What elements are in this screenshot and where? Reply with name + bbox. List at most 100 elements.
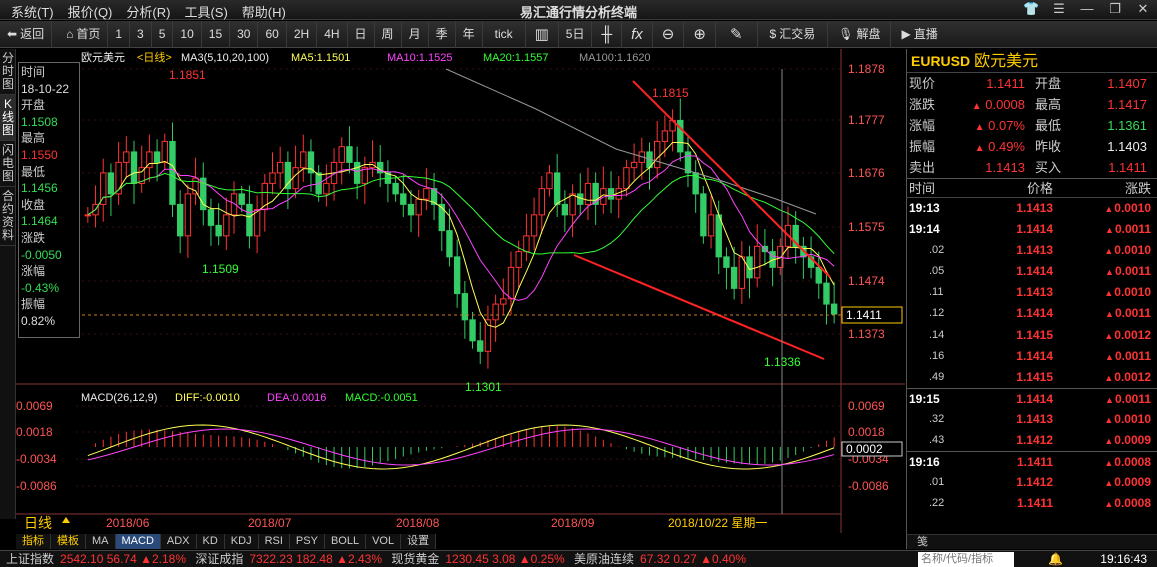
tick-header-price: 价格 xyxy=(1026,181,1053,196)
tab-macd[interactable]: MACD xyxy=(115,534,161,549)
search-input[interactable] xyxy=(918,552,1014,567)
shirt-icon[interactable]: 👕 xyxy=(1023,1,1039,17)
candle-body xyxy=(346,146,353,163)
tick-change: 0.0011 xyxy=(1053,346,1151,367)
period-month[interactable]: 月 xyxy=(402,20,429,48)
period-2h[interactable]: 2H xyxy=(287,20,318,48)
menu-quote[interactable]: 报价(Q) xyxy=(61,2,120,21)
price-tick-label: 1.1777 xyxy=(848,113,885,127)
quote-label: 卖出 xyxy=(909,160,936,175)
menu-tools[interactable]: 工具(S) xyxy=(177,2,234,21)
menu-analysis[interactable]: 分析(R) xyxy=(119,2,177,21)
back-arrow-icon: ⬅ xyxy=(7,26,18,41)
status-value-2: 1230.45 3.08 ▲0.25% xyxy=(445,552,565,566)
quote-panel-tab[interactable]: 笺 xyxy=(906,534,1157,549)
info-change: -0.0050 xyxy=(21,247,62,262)
tick-row: 19:16 1.14110.0008 xyxy=(907,451,1157,472)
symbol-code: EURUSD xyxy=(911,53,971,69)
tick-change: 0.0008 xyxy=(1053,452,1151,472)
tab-kline[interactable]: K线图 xyxy=(0,95,16,141)
close-icon[interactable]: ✕ xyxy=(1135,1,1151,17)
bell-icon[interactable]: 🔔 xyxy=(1048,551,1063,567)
menu-icon[interactable]: ☰ xyxy=(1051,1,1067,17)
period-1m[interactable]: 1 xyxy=(108,20,131,48)
candle-body xyxy=(292,167,299,190)
tick-time: .43 xyxy=(929,434,945,447)
maximize-icon[interactable]: ❐ xyxy=(1107,1,1123,17)
clock: 19:16:43 xyxy=(1100,552,1147,566)
macd-header-macd: MACD:-0.0051 xyxy=(345,392,418,404)
tab-indicator[interactable]: 指标 xyxy=(16,534,51,549)
tab-kdj[interactable]: KDJ xyxy=(224,534,259,549)
period-quarter[interactable]: 季 xyxy=(429,20,456,48)
tab-ma[interactable]: MA xyxy=(86,534,116,549)
tab-vol[interactable]: VOL xyxy=(366,534,402,549)
status-label-0[interactable]: 上证指数 xyxy=(6,552,54,566)
tab-timeshare[interactable]: 分时图 xyxy=(0,49,16,95)
quote-value-text: 0.07% xyxy=(988,118,1025,133)
status-label-1[interactable]: 深证成指 xyxy=(195,552,243,566)
tick-list[interactable]: 19:131.14130.001019:141.14140.0011.021.1… xyxy=(907,198,1157,514)
period-15m[interactable]: 15 xyxy=(202,20,231,48)
draw-pen-icon[interactable]: ✎ xyxy=(716,20,758,48)
title-bar: 系统(T) 报价(Q) 分析(R) 工具(S) 帮助(H) 易汇通行情分析终端 … xyxy=(0,0,1157,20)
candle-body xyxy=(700,193,707,237)
tick-row: .12 1.14140.0011 xyxy=(907,303,1157,324)
annotation-low-label: 1.1301 xyxy=(465,380,502,394)
period-tick[interactable]: tick xyxy=(483,20,526,48)
home-button[interactable]: ⌂ 首页 xyxy=(52,20,109,48)
period-10m[interactable]: 10 xyxy=(173,20,202,48)
trade-button[interactable]: $ 汇交易 xyxy=(758,20,829,48)
period-year[interactable]: 年 xyxy=(456,20,483,48)
price-tick-label: 1.1474 xyxy=(848,274,885,288)
kline-chart[interactable]: 1.1878 1.1777 1.1676 1.1575 1.1474 1.1373 0.00… xyxy=(16,49,906,534)
tab-template[interactable]: 模板 xyxy=(51,534,86,549)
candle-body xyxy=(561,203,569,216)
back-button[interactable]: ⬅ 返回 xyxy=(0,20,53,48)
tab-flash[interactable]: 闪电图 xyxy=(0,141,16,187)
quote-label: 买入 xyxy=(1035,160,1062,175)
period-60m[interactable]: 60 xyxy=(258,20,287,48)
candle-body xyxy=(446,230,453,258)
tab-settings[interactable]: 设置 xyxy=(401,534,437,549)
tick-row: .02 1.14130.0010 xyxy=(907,240,1157,261)
tab-kd[interactable]: KD xyxy=(196,534,225,549)
menu-system[interactable]: 系统(T) xyxy=(4,2,61,21)
quote-row: 涨幅 ▲ 0.07% 最低 1.1361 xyxy=(907,115,1157,136)
candle-body xyxy=(630,161,638,169)
tick-change: 0.0009 xyxy=(1053,472,1151,493)
tick-row: .43 1.14120.0009 xyxy=(907,430,1157,451)
tick-change: 0.0010 xyxy=(1053,282,1151,303)
ma-header-name: 欧元美元 xyxy=(81,51,125,64)
period-week[interactable]: 周 xyxy=(375,20,402,48)
period-4h[interactable]: 4H xyxy=(317,20,348,48)
candlestick-icon[interactable]: ╫ xyxy=(592,20,623,48)
candle-body xyxy=(746,256,753,279)
live-button[interactable]: ▶ 直播 xyxy=(891,21,947,48)
tab-boll[interactable]: BOLL xyxy=(324,534,367,549)
period-3m[interactable]: 3 xyxy=(130,20,152,48)
quote-value-text: 0.49% xyxy=(988,139,1025,154)
status-label-3[interactable]: 美原油连续 xyxy=(574,552,634,566)
candle-body xyxy=(623,167,630,190)
period-5m[interactable]: 5 xyxy=(152,20,174,48)
formula-icon[interactable]: fx xyxy=(622,20,653,48)
candle-body xyxy=(161,140,168,163)
period-day[interactable]: 日 xyxy=(348,20,375,48)
minimize-icon[interactable]: — xyxy=(1079,1,1095,17)
menu-help[interactable]: 帮助(H) xyxy=(235,2,293,21)
tab-adx[interactable]: ADX xyxy=(160,534,197,549)
period-5day[interactable]: 5日 xyxy=(559,20,593,48)
tab-contract[interactable]: 合约资料 xyxy=(0,187,16,246)
candle-settings-icon[interactable]: ▥ xyxy=(526,20,559,48)
tab-rsi[interactable]: RSI xyxy=(258,534,290,549)
tab-psy[interactable]: PSY xyxy=(289,534,325,549)
tick-time: 19:16 xyxy=(909,455,940,470)
macd-current-label: 0.0002 xyxy=(846,442,883,456)
zoom-out-icon[interactable]: ⊖ xyxy=(653,20,685,48)
analysis-button[interactable]: 🎙 解盘 xyxy=(828,20,892,48)
status-label-2[interactable]: 现货黄金 xyxy=(391,552,439,566)
up-arrow-icon: ▲ xyxy=(971,101,982,112)
period-30m[interactable]: 30 xyxy=(230,20,259,48)
zoom-in-icon[interactable]: ⊕ xyxy=(684,20,716,48)
